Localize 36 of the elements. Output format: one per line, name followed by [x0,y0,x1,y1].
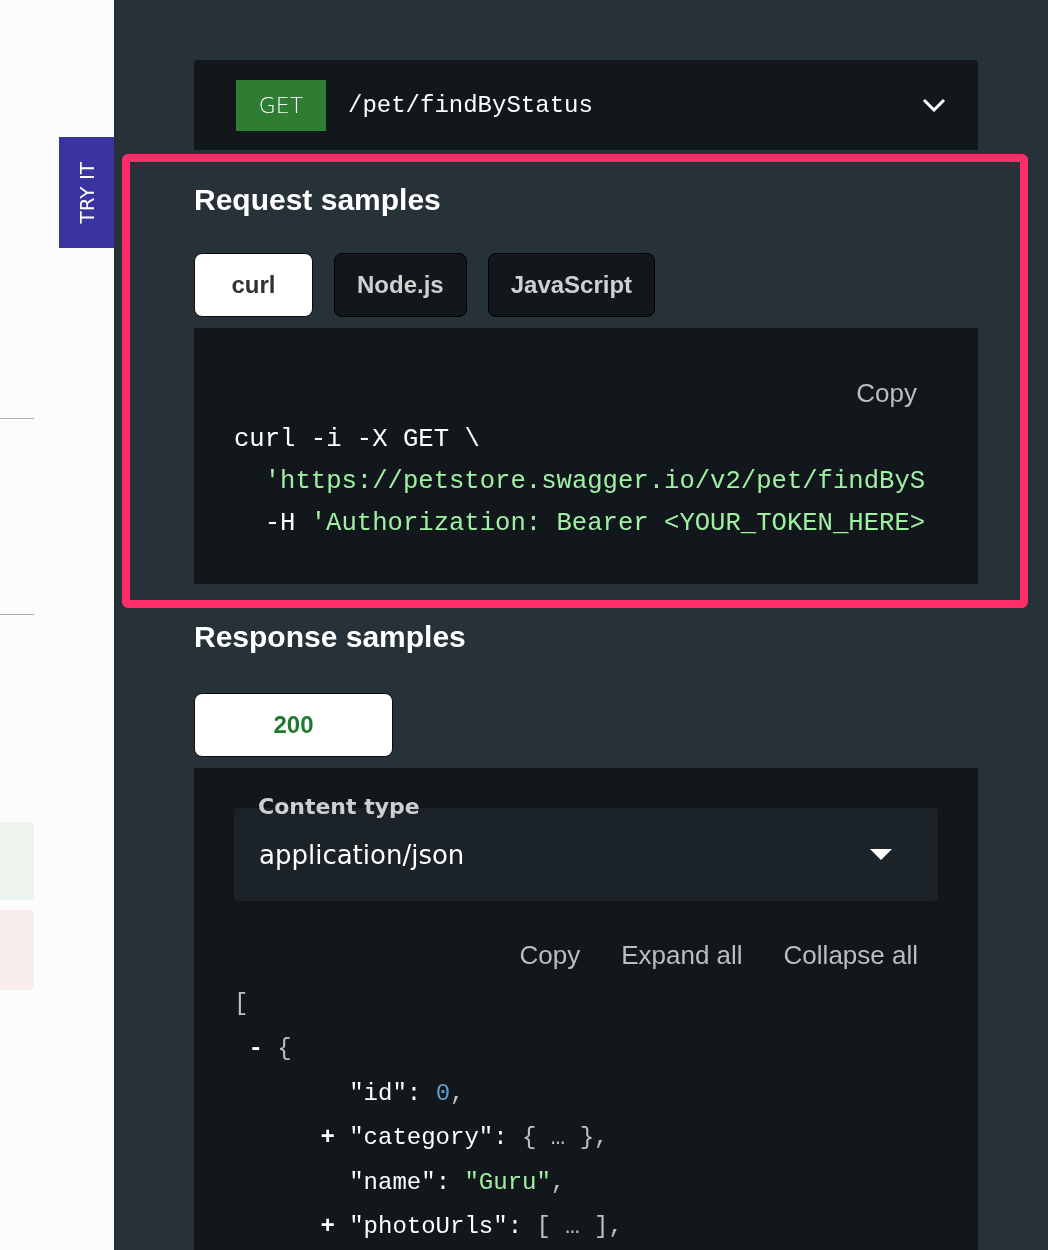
chevron-down-icon [922,98,946,113]
toggle-button[interactable]: + [320,1205,335,1250]
code-string: "Guru" [464,1167,551,1198]
select-value: application/json [259,839,466,870]
code-key: "id": [349,1071,422,1117]
code-text: curl -i -X GET \ [234,424,480,457]
http-method-badge: GET [236,79,326,131]
endpoint-header[interactable]: GET /pet/findByStatus [194,60,978,151]
endpoint-path: /pet/findByStatus [348,91,594,119]
code-punctuation: , [450,1078,465,1109]
code-punctuation: { [277,1034,292,1065]
code-punctuation: [ [234,989,249,1020]
code-string: 'Authorization: Bearer <YOUR_TOKEN_HERE> [310,508,926,541]
code-punctuation: [ … ], [536,1212,623,1243]
section-title: Response samples [194,619,467,656]
copy-button[interactable]: Copy [856,378,917,409]
language-tab[interactable]: Node.js [334,253,467,318]
section-title: Request samples [194,182,442,219]
language-tab[interactable]: JavaScript [487,253,656,318]
code-punctuation: { … }, [522,1123,609,1154]
collapse-all-button[interactable]: Collapse all [783,940,918,971]
code-key: "photoUrls": [349,1205,523,1250]
code-punctuation: , [550,1167,566,1198]
expand-all-button[interactable]: Expand all [621,940,743,971]
try-it-tab[interactable]: TRY IT [59,137,114,248]
copy-button[interactable]: Copy [519,940,581,971]
toggle-button[interactable]: + [320,1116,335,1161]
code-key: "category": [349,1116,508,1161]
status-code-tab[interactable]: 200 [194,693,393,758]
toggle-button[interactable]: - [248,1027,263,1072]
dropdown-arrow-icon [870,849,892,861]
code-string: 'https://petstore.swagger.io/v2/pet/findByS [264,466,926,499]
language-tab[interactable]: curl [194,253,313,318]
code-text: -H [264,508,296,541]
code-key: "name": [349,1160,451,1206]
code-number: 0 [435,1078,451,1109]
